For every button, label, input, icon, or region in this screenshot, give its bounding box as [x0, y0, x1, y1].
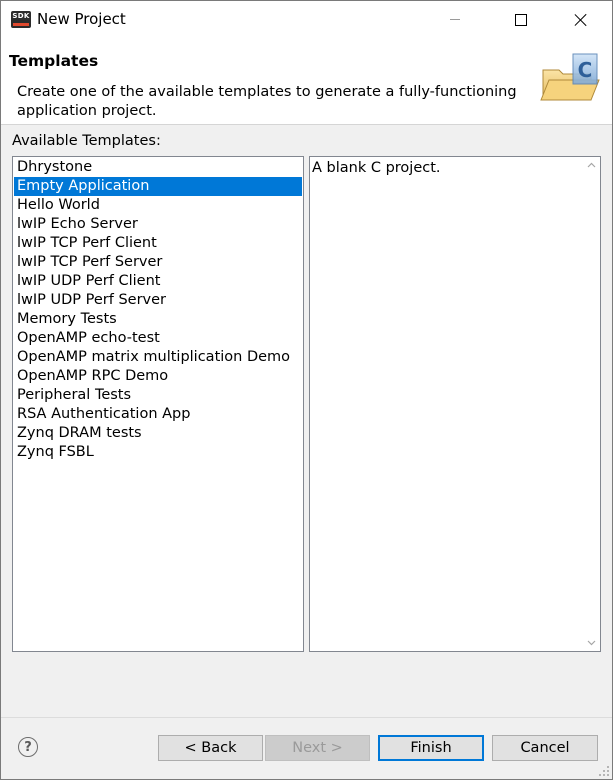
list-item[interactable]: Hello World — [14, 196, 302, 215]
scroll-down-icon[interactable] — [587, 638, 596, 647]
list-item[interactable]: Zynq DRAM tests — [14, 424, 302, 443]
title-bar: SDK New Project — [1, 1, 612, 38]
close-icon — [575, 14, 587, 26]
list-item[interactable]: Peripheral Tests — [14, 386, 302, 405]
template-list[interactable]: Dhrystone Empty Application Hello World lwI… — [12, 156, 304, 652]
list-item[interactable]: OpenAMP matrix multiplication Demo — [14, 348, 302, 367]
list-item[interactable]: Empty Application — [14, 177, 302, 196]
minimize-button[interactable] — [432, 1, 478, 38]
sdk-app-icon: SDK — [11, 11, 31, 28]
available-templates-label: Available Templates: — [12, 133, 161, 149]
list-item[interactable]: RSA Authentication App — [14, 405, 302, 424]
page-title: Templates — [9, 52, 99, 70]
app-icon-text: SDK — [12, 12, 30, 20]
footer-separator — [1, 717, 612, 718]
new-project-dialog: SDK New Project Templates Create one of … — [0, 0, 613, 780]
list-item[interactable]: lwIP UDP Perf Server — [14, 291, 302, 310]
template-description-text: A blank C project. — [312, 160, 441, 176]
help-icon: ? — [24, 739, 32, 755]
maximize-button[interactable] — [498, 1, 544, 38]
template-description-box: A blank C project. — [309, 156, 601, 652]
list-item[interactable]: lwIP UDP Perf Client — [14, 272, 302, 291]
folder-c-icon: C — [540, 53, 600, 101]
list-item[interactable]: lwIP TCP Perf Client — [14, 234, 302, 253]
list-item[interactable]: OpenAMP echo-test — [14, 329, 302, 348]
scroll-up-icon[interactable] — [587, 161, 596, 170]
list-item[interactable]: OpenAMP RPC Demo — [14, 367, 302, 386]
description-scrollbar[interactable] — [583, 157, 600, 651]
list-item[interactable]: lwIP TCP Perf Server — [14, 253, 302, 272]
close-button[interactable] — [558, 1, 604, 38]
minimize-icon — [450, 19, 460, 20]
svg-text:C: C — [578, 58, 593, 82]
finish-button[interactable]: Finish — [378, 735, 484, 761]
list-item[interactable]: Dhrystone — [14, 158, 302, 177]
resize-grip-icon[interactable] — [598, 765, 610, 777]
help-button[interactable]: ? — [18, 737, 38, 757]
back-button[interactable]: < Back — [158, 735, 263, 761]
list-item[interactable]: lwIP Echo Server — [14, 215, 302, 234]
window-title: New Project — [37, 10, 126, 28]
wizard-banner: Templates Create one of the available te… — [1, 38, 612, 125]
cancel-button[interactable]: Cancel — [492, 735, 598, 761]
list-item[interactable]: Memory Tests — [14, 310, 302, 329]
maximize-icon — [515, 13, 527, 26]
page-description: Create one of the available templates to… — [17, 84, 517, 119]
next-button[interactable]: Next > — [265, 735, 370, 761]
list-item[interactable]: Zynq FSBL — [14, 443, 302, 462]
